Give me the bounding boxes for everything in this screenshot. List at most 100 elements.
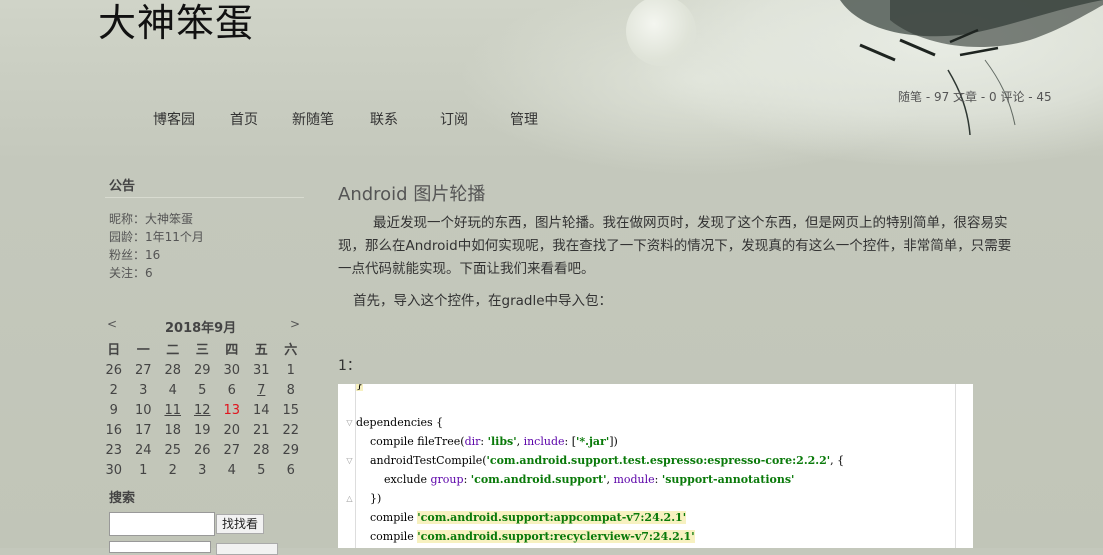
search-input[interactable] [109, 512, 215, 536]
calendar-day: 2 [168, 463, 177, 478]
nav-item-new-post[interactable]: 新随笔 [292, 109, 334, 129]
nav-item-cnblogs[interactable]: 博客园 [153, 109, 195, 129]
nav-item-subscribe[interactable]: 订阅 [440, 109, 468, 129]
calendar-day: 4 [168, 383, 177, 398]
calendar-day[interactable]: 12 [188, 401, 218, 421]
code-text: compile fileTree( [356, 435, 465, 448]
calendar-day: 1 [286, 363, 295, 378]
calendar-day: 9 [109, 403, 118, 418]
calendar-day: 21 [252, 423, 270, 438]
calendar-day: 22 [282, 423, 300, 438]
code-text: : [480, 435, 488, 448]
calendar-weekday: 六 [284, 343, 298, 358]
profile-followers[interactable]: 粉丝：16 [109, 246, 305, 264]
code-line-7: compile 'com.android.support:recyclervie… [356, 530, 695, 543]
calendar-week-row: 30 1 2 3 4 5 6 [99, 461, 306, 481]
calendar-weekday: 五 [254, 343, 268, 358]
code-line-5: }) [356, 492, 382, 505]
calendar-day: 28 [252, 443, 270, 458]
calendar-day: 6 [286, 463, 295, 478]
calendar-day: 25 [164, 443, 182, 458]
calendar-week-row: 26 27 28 29 30 31 1 [99, 361, 306, 381]
calendar-day: 31 [252, 363, 270, 378]
google-search-input[interactable] [109, 541, 211, 553]
calendar-day: 26 [193, 443, 211, 458]
nav-item-manage[interactable]: 管理 [510, 109, 538, 129]
calendar-day: 28 [164, 363, 182, 378]
sidebar: 公告 昵称：大神笨蛋 园龄：1年11个月 粉丝：16 关注：6 < 2018年9… [105, 175, 305, 555]
fold-icon: ▽ [346, 418, 353, 427]
code-text: : [ [564, 435, 577, 448]
code-line-1: dependencies { [356, 416, 444, 429]
calendar-day-today: 13 [223, 403, 241, 418]
calendar-week-row: 2 3 4 5 678 [99, 381, 306, 401]
profile-following[interactable]: 关注：6 [109, 264, 305, 282]
code-string: '*.jar' [576, 435, 610, 448]
calendar-day: 19 [193, 423, 211, 438]
site-title[interactable]: 大神笨蛋 [98, 0, 254, 47]
code-string: 'com.android.support:recyclerview-v7:24.… [417, 530, 695, 543]
calendar: < 2018年9月 > 日一二三四五六 26 27 28 29 30 31 1 2 3 4 5 6 7 8 9… [105, 317, 305, 478]
calendar-next-button[interactable]: > [290, 317, 300, 331]
code-string: 'support-annotations' [661, 473, 795, 486]
calendar-day: 29 [282, 443, 300, 458]
notice-heading: 公告 [105, 175, 304, 198]
calendar-week-row: 16 17 18 19 20 21 22 [99, 421, 306, 441]
calendar-day: 27 [134, 363, 152, 378]
code-text: androidTestCompile( [356, 454, 487, 467]
code-keyword: group [430, 473, 464, 486]
calendar-weekday: 日 [107, 343, 121, 358]
code-line-4: exclude group: 'com.android.support', mo… [356, 473, 794, 486]
calendar-day: 14 [252, 403, 270, 418]
search-button[interactable]: 找找看 [216, 514, 265, 534]
calendar-day: 20 [223, 423, 241, 438]
calendar-title: 2018年9月 [165, 321, 237, 336]
post-paragraph-intro: 最近发现一个好玩的东西，图片轮播。我在做网页时，发现了这个东西，但是网页上的特别… [338, 215, 1012, 277]
calendar-day: 15 [282, 403, 300, 418]
post-body: 最近发现一个好玩的东西，图片轮播。我在做网页时，发现了这个东西，但是网页上的特别… [338, 212, 1023, 313]
calendar-weekday: 四 [225, 343, 239, 358]
calendar-day: 5 [257, 463, 266, 478]
calendar-day: 6 [227, 383, 236, 398]
code-line-2: compile fileTree(dir: 'libs', include: [… [356, 435, 618, 448]
search-heading: 搜索 [109, 491, 136, 506]
calendar-day: 17 [134, 423, 152, 438]
calendar-day: 26 [105, 363, 123, 378]
calendar-day[interactable]: 7 [247, 381, 277, 401]
nav-item-home[interactable]: 首页 [230, 109, 258, 129]
code-brace: } [356, 384, 363, 391]
calendar-day: 18 [164, 423, 182, 438]
code-text: ]) [609, 435, 618, 448]
blog-stats: 随笔 - 97 文章 - 0 评论 - 45 [898, 90, 1052, 104]
calendar-day: 10 [134, 403, 152, 418]
ink-painting-decoration [840, 0, 1103, 136]
code-keyword: module [613, 473, 655, 486]
calendar-day: 16 [105, 423, 123, 438]
calendar-day[interactable]: 11 [158, 401, 188, 421]
nav-item-contact[interactable]: 联系 [370, 109, 398, 129]
google-search-button[interactable] [216, 543, 278, 555]
code-right-margin [955, 384, 956, 548]
calendar-day: 2 [109, 383, 118, 398]
code-string: 'com.android.support.test.espresso:espre… [486, 454, 831, 467]
code-string: 'com.android.support' [470, 473, 607, 486]
calendar-grid: 日一二三四五六 26 27 28 29 30 31 1 2 3 4 5 6 7 8 9 10 11 12 13 14 15… [99, 341, 306, 481]
calendar-day: 30 [223, 363, 241, 378]
code-line-3: androidTestCompile('com.android.support.… [356, 454, 844, 467]
profile-nickname-text[interactable]: 昵称：大神笨蛋 [109, 212, 193, 226]
code-text: exclude [356, 473, 431, 486]
post-title[interactable]: Android 图片轮播 [338, 180, 485, 206]
calendar-week-row: 23 24 25 26 27 28 29 [99, 441, 306, 461]
code-text: compile [356, 530, 418, 543]
calendar-header: < 2018年9月 > [105, 317, 305, 337]
calendar-prev-button[interactable]: < [107, 317, 117, 331]
fold-icon: △ [346, 494, 353, 503]
profile-info: 昵称：大神笨蛋 园龄：1年11个月 粉丝：16 关注：6 [105, 210, 305, 282]
calendar-day: 30 [105, 463, 123, 478]
calendar-day: 4 [227, 463, 236, 478]
code-text: , { [830, 454, 845, 467]
calendar-day: 3 [198, 463, 207, 478]
profile-age[interactable]: 园龄：1年11个月 [109, 228, 305, 246]
calendar-week-row: 9 10 11 12 13 14 15 [99, 401, 306, 421]
code-string: 'com.android.support:appcompat-v7:24.2.1… [417, 511, 687, 524]
